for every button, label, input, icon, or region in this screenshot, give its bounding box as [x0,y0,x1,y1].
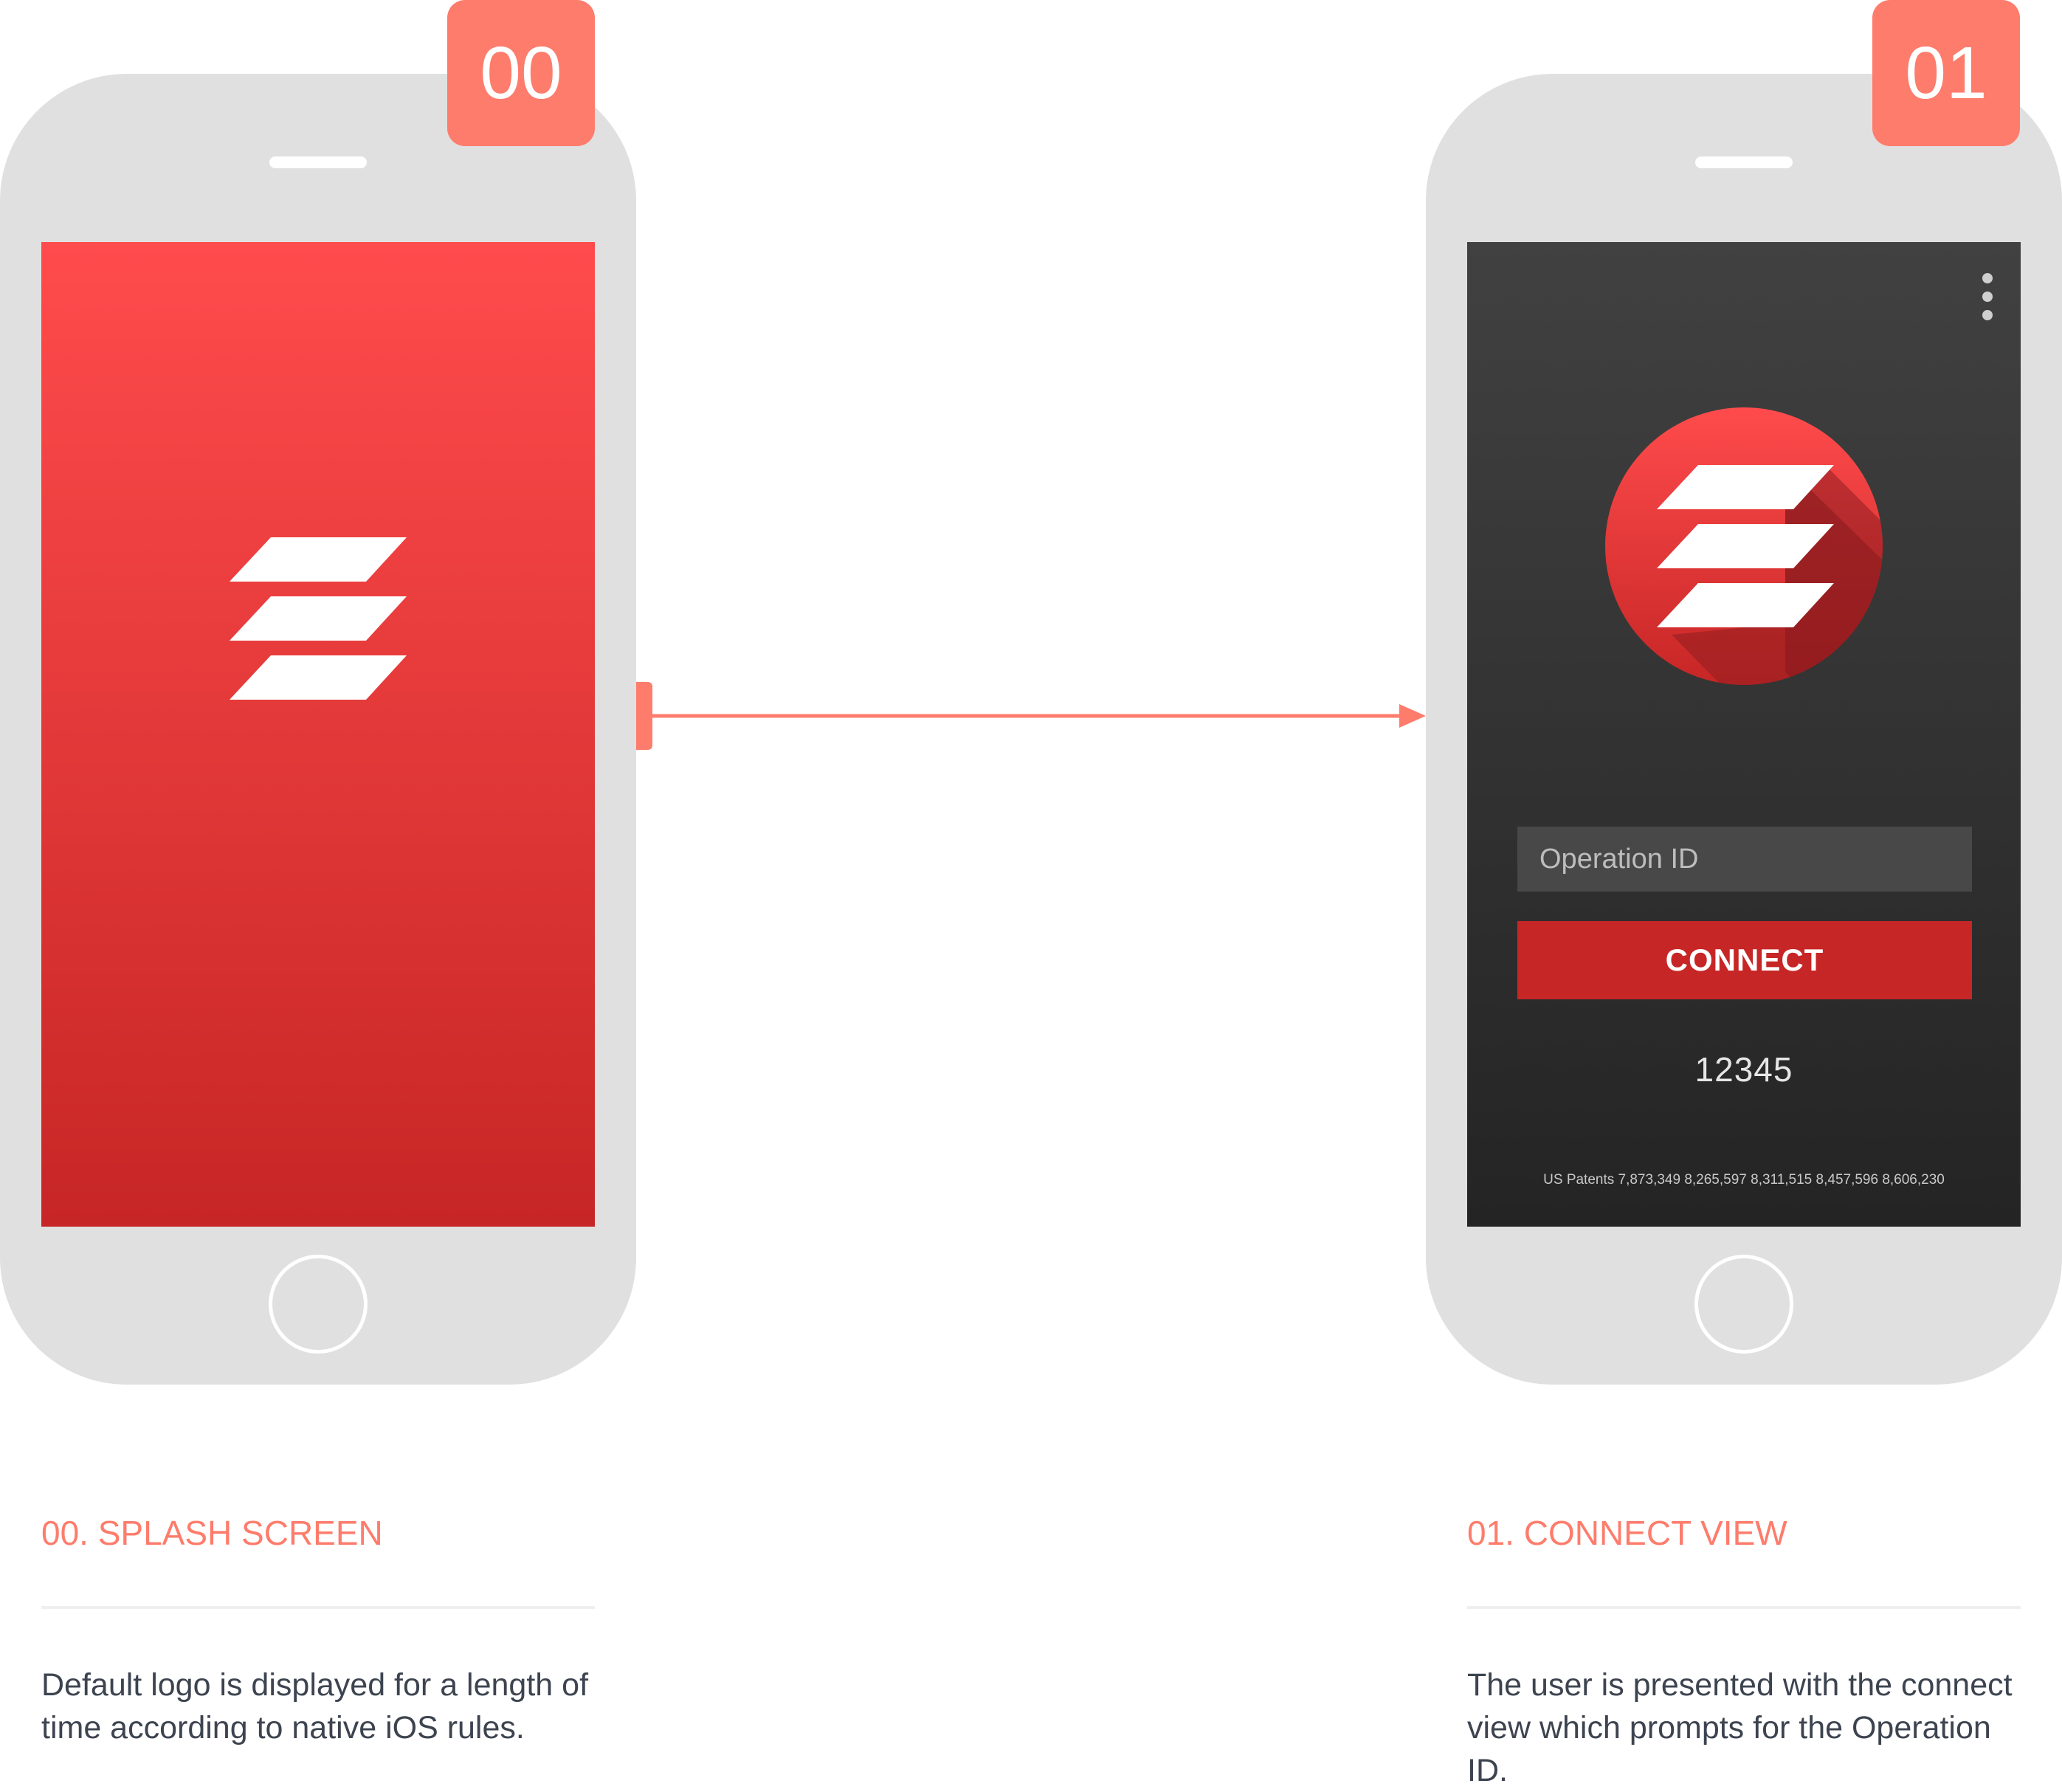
arrow-right-icon [649,704,1426,728]
operation-number: 12345 [1694,1050,1793,1089]
splash-screen [41,242,595,1227]
home-button[interactable] [269,1255,368,1354]
app-logo-icon [1605,407,1883,685]
caption-title-splash: 00. SPLASH SCREEN [41,1514,383,1552]
caption-desc-connect: The user is presented with the connect v… [1467,1667,2013,1788]
phone-frame-connect: CONNECT 12345 US Patents 7,873,349 8,265… [1426,74,2062,1385]
screen-number-badge: 00 [447,0,595,146]
caption-title-connect: 01. CONNECT VIEW [1467,1514,1787,1552]
patents-notice: US Patents 7,873,349 8,265,597 8,311,515… [1543,1172,1945,1188]
caption-desc-splash: Default logo is displayed for a length o… [41,1667,589,1746]
connect-screen: CONNECT 12345 US Patents 7,873,349 8,265… [1467,242,2021,1227]
app-logo-icon [230,537,407,700]
speaker-grille [1695,156,1793,168]
phone-frame-splash [0,74,636,1385]
divider [41,1606,595,1609]
divider [1467,1606,2021,1609]
screen-number-badge: 01 [1872,0,2020,146]
speaker-grille [269,156,367,168]
home-button[interactable] [1694,1255,1793,1354]
connect-button[interactable]: CONNECT [1517,921,1972,999]
operation-id-input[interactable] [1517,827,1972,892]
overflow-menu-icon[interactable] [1982,273,1994,322]
